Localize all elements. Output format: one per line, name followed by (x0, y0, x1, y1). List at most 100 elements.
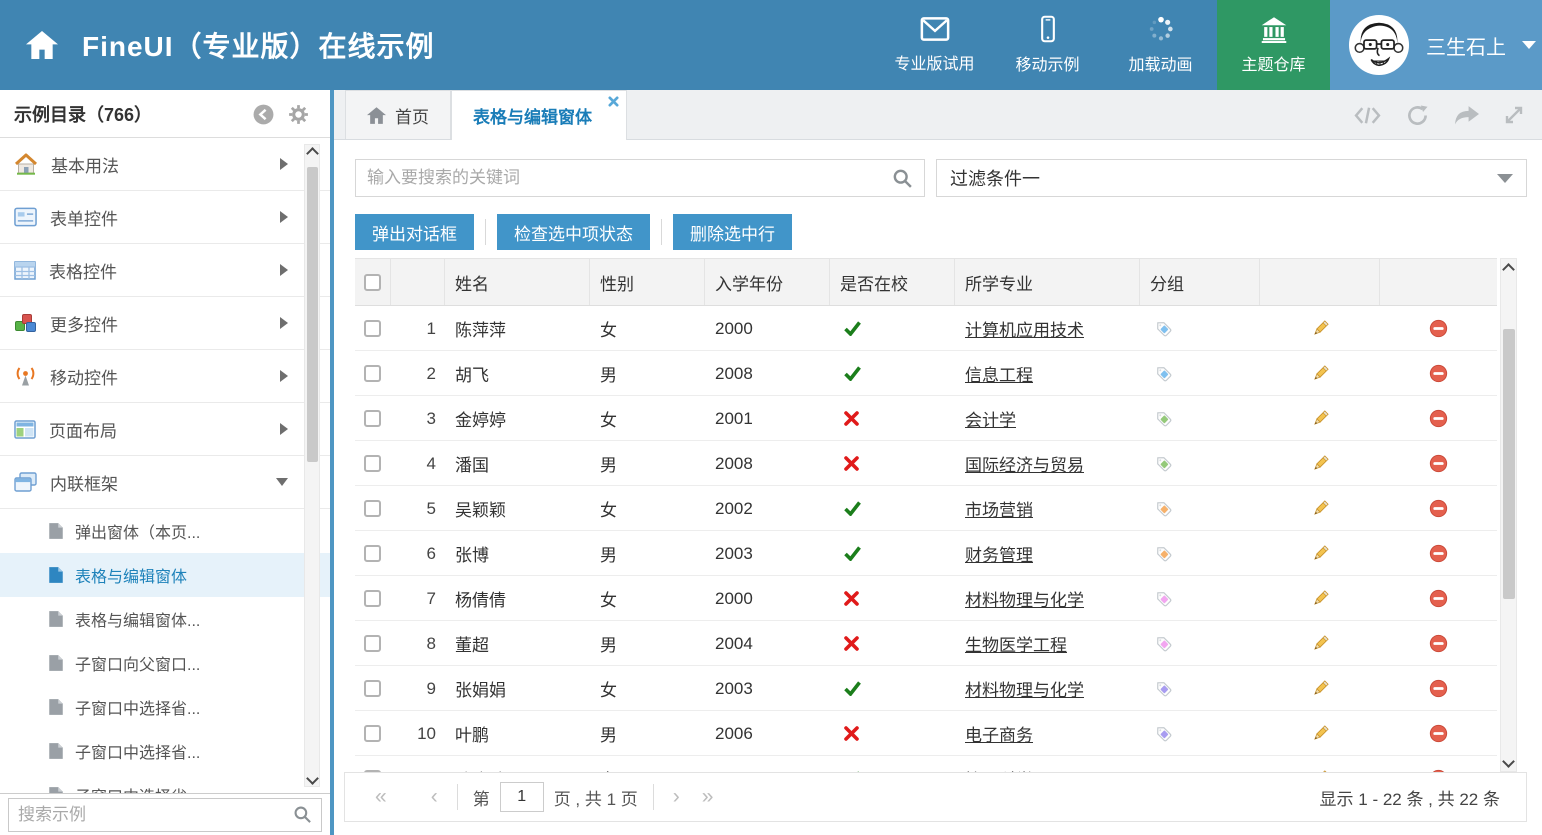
edit-button[interactable] (1311, 409, 1330, 428)
sidebar-scrollbar[interactable] (304, 144, 320, 787)
sidebar-item-3[interactable]: 更多控件 (0, 297, 330, 350)
edit-button[interactable] (1311, 589, 1330, 608)
filter-dropdown[interactable]: 过滤条件一 (936, 159, 1527, 197)
major-link[interactable]: 市场营销 (965, 496, 1033, 521)
delete-rows-button[interactable]: 删除选中行 (673, 214, 792, 250)
edit-button[interactable] (1311, 679, 1330, 698)
page-number-input[interactable] (500, 782, 544, 812)
column-group[interactable]: 分组 (1140, 259, 1260, 305)
delete-button[interactable] (1429, 724, 1448, 743)
gear-icon[interactable] (287, 103, 310, 126)
sidebar-subitem-6[interactable]: 子窗口中选择省 (0, 773, 330, 793)
row-checkbox[interactable] (364, 365, 381, 382)
row-checkbox[interactable] (364, 680, 381, 697)
edit-button[interactable] (1311, 364, 1330, 383)
close-icon[interactable] (608, 96, 619, 107)
column-enrolled[interactable]: 是否在校 (830, 259, 955, 305)
row-checkbox[interactable] (364, 410, 381, 427)
major-link[interactable]: 材料物理与化学 (965, 586, 1084, 611)
cell-checkbox (355, 441, 391, 486)
keyword-search-input[interactable] (367, 168, 892, 188)
app-header: FineUI（专业版）在线示例 专业版试用移动示例加载动画主题仓库 三生石上 (0, 0, 1542, 90)
sidebar-subitem-0[interactable]: 弹出窗体（本页... (0, 509, 330, 553)
check-selection-button[interactable]: 检查选中项状态 (497, 214, 650, 250)
last-page-button[interactable]: » (698, 785, 718, 809)
major-link[interactable]: 国际经济与贸易 (965, 451, 1084, 476)
sidebar-subitem-3[interactable]: 子窗口向父窗口... (0, 641, 330, 685)
expand-icon[interactable] (1504, 105, 1524, 125)
sidebar-item-4[interactable]: 移动控件 (0, 350, 330, 403)
sidebar-subitem-label: 子窗口中选择省... (75, 695, 200, 719)
collapse-sidebar-icon[interactable] (252, 103, 275, 126)
edit-button[interactable] (1311, 454, 1330, 473)
edit-button[interactable] (1311, 319, 1330, 338)
delete-button[interactable] (1429, 319, 1448, 338)
major-link[interactable]: 计算机应用技术 (965, 316, 1084, 341)
sidebar-item-5[interactable]: 页面布局 (0, 403, 330, 456)
forward-icon[interactable] (1454, 106, 1479, 125)
delete-button[interactable] (1429, 364, 1448, 383)
sidebar-subitem-4[interactable]: 子窗口中选择省... (0, 685, 330, 729)
tab-home[interactable]: 首页 (345, 90, 451, 139)
edit-button[interactable] (1311, 544, 1330, 563)
major-link[interactable]: 材料物理与化学 (965, 676, 1084, 701)
sidebar-subitem-1[interactable]: 表格与编辑窗体 (0, 553, 330, 597)
sidebar-item-6[interactable]: 内联框架 (0, 456, 330, 509)
delete-button[interactable] (1429, 499, 1448, 518)
select-all-checkbox[interactable] (364, 274, 381, 291)
edit-button[interactable] (1311, 634, 1330, 653)
search-icon[interactable] (892, 168, 913, 189)
row-checkbox[interactable] (364, 320, 381, 337)
delete-button[interactable] (1429, 544, 1448, 563)
document-icon (48, 786, 64, 793)
row-year: 2000 (715, 319, 753, 339)
open-dialog-button[interactable]: 弹出对话框 (355, 214, 474, 250)
major-link[interactable]: 会计学 (965, 406, 1016, 431)
major-link[interactable]: 电子商务 (965, 721, 1033, 746)
row-checkbox[interactable] (364, 545, 381, 562)
user-menu[interactable]: 三生石上 (1330, 0, 1542, 90)
nav-item-spinner[interactable]: 加载动画 (1104, 0, 1217, 90)
refresh-icon[interactable] (1406, 105, 1429, 126)
delete-button[interactable] (1429, 589, 1448, 608)
tag-icon (1154, 589, 1173, 608)
sidebar-subitem-5[interactable]: 子窗口中选择省... (0, 729, 330, 773)
delete-button[interactable] (1429, 454, 1448, 473)
row-checkbox[interactable] (364, 590, 381, 607)
delete-button[interactable] (1429, 679, 1448, 698)
row-checkbox[interactable] (364, 455, 381, 472)
column-major[interactable]: 所学专业 (955, 259, 1140, 305)
sidebar-search-input[interactable] (18, 805, 293, 825)
cell-checkbox (355, 351, 391, 396)
code-icon[interactable] (1354, 106, 1381, 125)
tab-grid-edit-window[interactable]: 表格与编辑窗体 (451, 90, 627, 140)
sidebar-item-2[interactable]: 表格控件 (0, 244, 330, 297)
row-checkbox[interactable] (364, 500, 381, 517)
search-icon[interactable] (293, 805, 312, 824)
sidebar-item-0[interactable]: 基本用法 (0, 138, 330, 191)
edit-button[interactable] (1311, 724, 1330, 743)
column-name[interactable]: 姓名 (445, 259, 590, 305)
column-year[interactable]: 入学年份 (705, 259, 830, 305)
major-link[interactable]: 生物医学工程 (965, 631, 1067, 656)
next-page-button[interactable]: › (669, 785, 684, 809)
column-gender[interactable]: 性别 (590, 259, 705, 305)
row-year: 2006 (715, 724, 753, 744)
nav-item-bank[interactable]: 主题仓库 (1217, 0, 1330, 90)
major-link[interactable]: 财务管理 (965, 541, 1033, 566)
delete-button[interactable] (1429, 634, 1448, 653)
nav-item-envelope[interactable]: 专业版试用 (878, 0, 991, 90)
prev-page-button[interactable]: ‹ (427, 785, 442, 809)
sidebar-subitem-2[interactable]: 表格与编辑窗体... (0, 597, 330, 641)
grid-scrollbar[interactable] (1500, 258, 1517, 772)
row-checkbox[interactable] (364, 635, 381, 652)
row-checkbox[interactable] (364, 725, 381, 742)
sidebar-item-1[interactable]: 表单控件 (0, 191, 330, 244)
sidebar-item-label: 页面布局 (49, 417, 117, 442)
table-row: 11叶晓玲女2003管理科学 (355, 756, 1497, 772)
delete-button[interactable] (1429, 409, 1448, 428)
nav-item-mobile[interactable]: 移动示例 (991, 0, 1104, 90)
major-link[interactable]: 信息工程 (965, 361, 1033, 386)
edit-button[interactable] (1311, 499, 1330, 518)
first-page-button[interactable]: « (371, 785, 391, 809)
